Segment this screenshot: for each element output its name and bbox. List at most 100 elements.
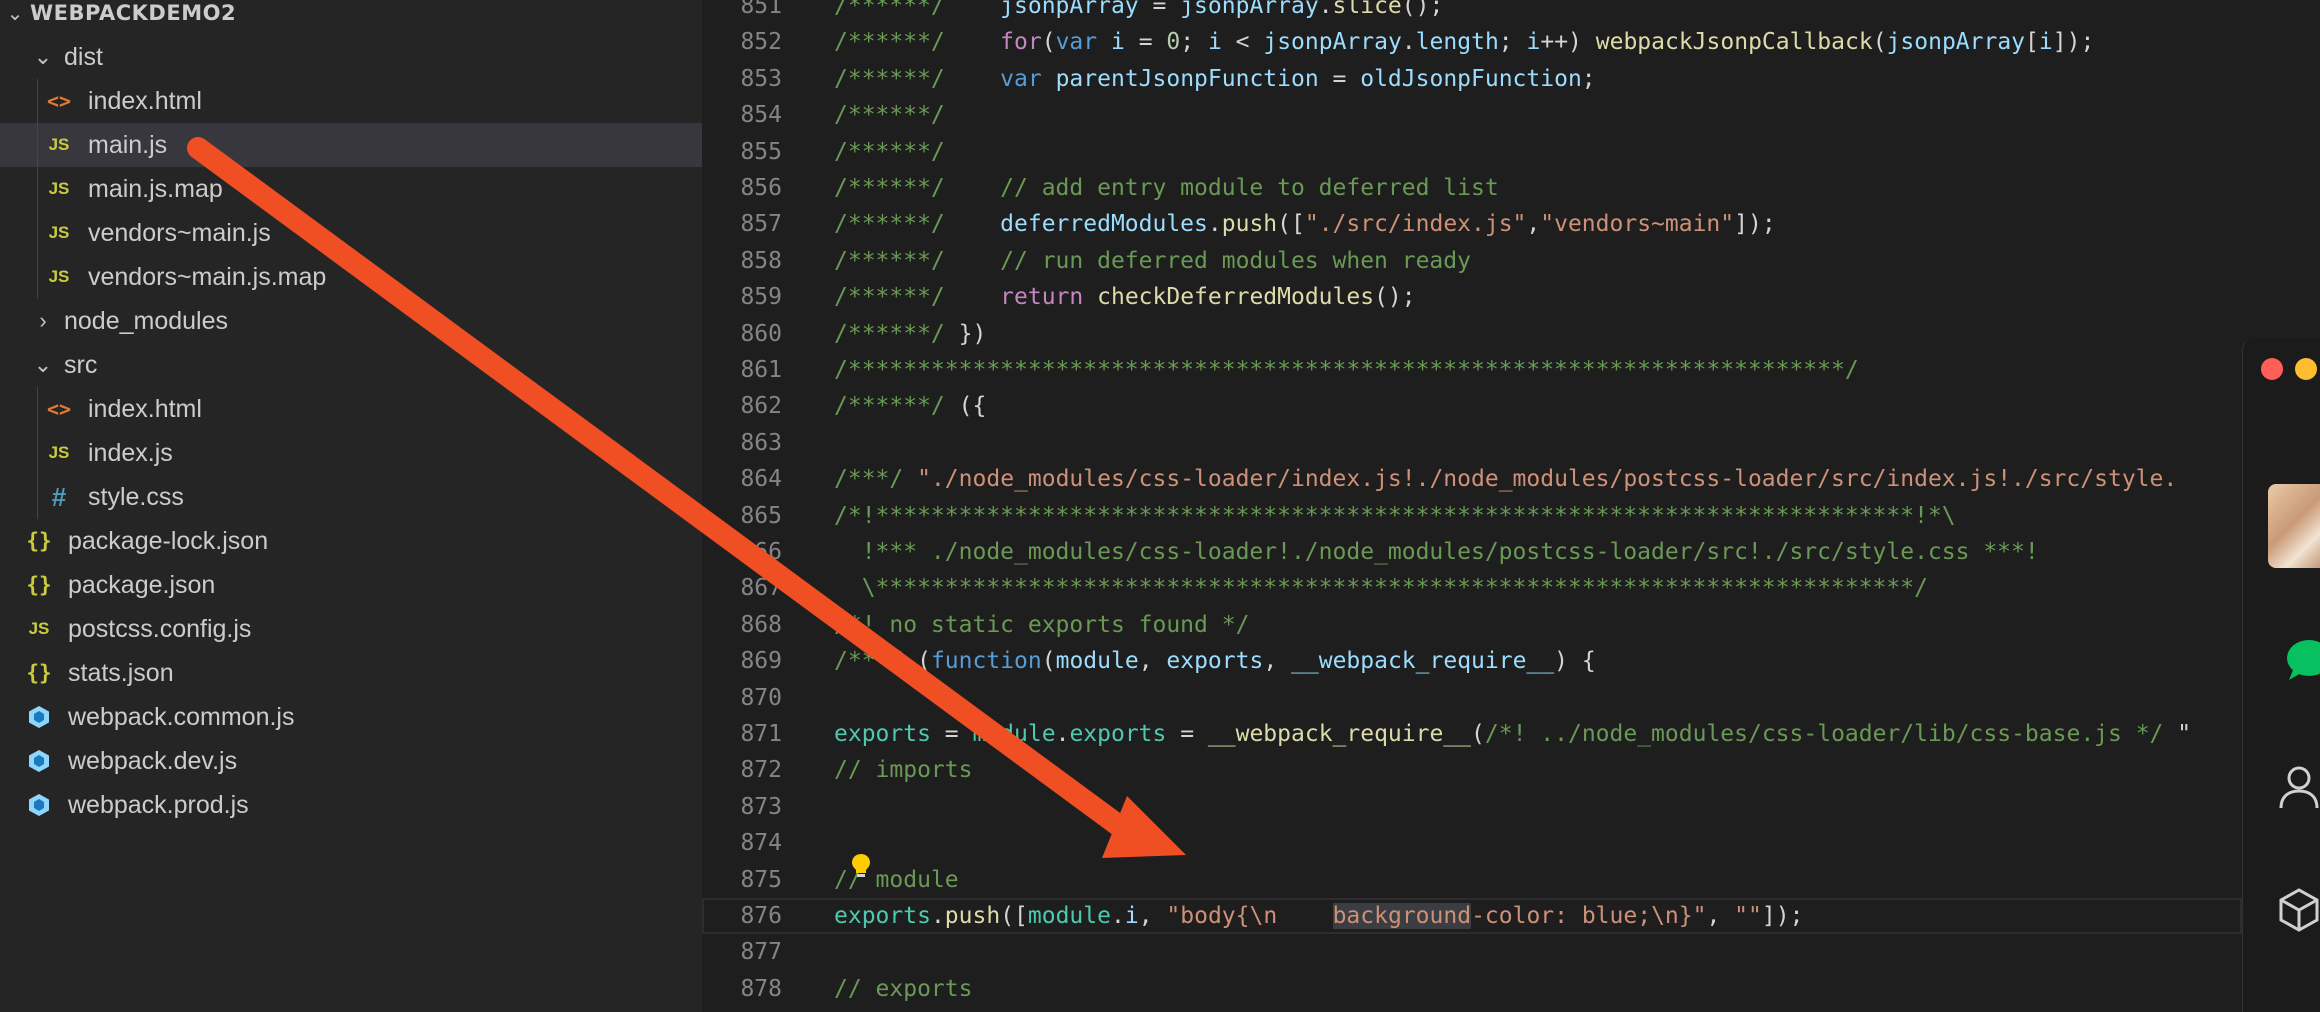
code-line[interactable]: 872 // imports [702,752,2242,788]
indent-guide [37,211,38,255]
code-line[interactable]: 868 /*! no static exports found */ [702,607,2242,643]
tree-item-label: dist [64,42,103,71]
tree-item[interactable]: › node_modules [0,299,702,343]
code-token: /******/ [834,211,945,238]
code-token: [ [2025,29,2039,56]
code-token: /******/ [834,138,945,165]
code-token: webpackJsonpCallback [1595,29,1873,56]
code-token: // add entry module to deferred list [1000,175,1499,201]
webpack-file-icon [22,702,56,732]
tree-item[interactable]: JS postcss.config.js [0,607,702,651]
tree-item[interactable]: # style.css [0,475,702,519]
code-token: exports [834,721,931,747]
code-line[interactable]: 856 /******/ // add entry module to defer… [702,170,2242,206]
code-line[interactable]: 853 /******/ var parentJsonpFunction = ol… [702,61,2242,97]
line-number: 852 [740,29,782,56]
code-line[interactable]: 871 exports = module.exports = __webpack_… [702,716,2242,752]
code-token: -color: blue;\n}" [1471,903,1707,929]
code-token: " [2163,721,2192,747]
code-line[interactable]: 862 /******/ ({ [702,388,2242,424]
code-token: = [930,721,973,747]
tree-item-label: webpack.prod.js [68,790,249,819]
code-token: __webpack_require__ [1291,648,1555,675]
code-line[interactable]: 874 [702,825,2242,861]
code-editor[interactable]: 851/******/ jsonpArray = jsonpArray.slic… [702,0,2242,1012]
lightbulb-icon[interactable] [850,852,872,880]
code-line[interactable]: 855 /******/ [702,134,2242,170]
code-token: = [1318,65,1361,92]
cube-icon[interactable] [2277,886,2320,934]
code-line[interactable]: 869/***/ (function(module, exports, __we… [702,643,2242,679]
chevron-down-icon: ⌄ [33,352,53,377]
code-line[interactable]: 879 [702,1007,2242,1012]
code-token: /******/ [834,0,945,19]
line-number: 863 [740,429,782,456]
tree-item[interactable]: {} stats.json [0,651,702,695]
tree-item[interactable]: JS main.js.map [0,167,702,211]
tree-item[interactable]: webpack.common.js [0,695,702,739]
code-line[interactable]: 863 [702,425,2242,461]
code-line[interactable]: 852/******/ for(var i = 0; i < jsonpArra… [702,24,2242,60]
code-token: /******/ [834,102,945,129]
code-line[interactable]: 870 [702,680,2242,716]
code-line[interactable]: 864 /***/ "./node_modules/css-loader/inde… [702,461,2242,497]
tree-item[interactable]: JS index.js [0,431,702,475]
code-token: , [1706,903,1735,929]
code-token: /******/ [834,393,945,420]
code-line[interactable]: 859 /******/ return checkDeferredModules(… [702,279,2242,315]
code-token: /******/ [834,320,945,347]
code-token: i [1526,29,1541,56]
line-number: 876 [740,903,782,929]
code-line[interactable]: 866 !*** ./node_modules/css-loader!./nod… [702,534,2242,570]
tree-item[interactable]: <> index.html [0,387,702,431]
code-line[interactable]: 875// module [702,862,2242,898]
tree-item[interactable]: webpack.prod.js [0,783,702,827]
tree-item[interactable]: ⌄ src [0,343,702,387]
line-number: 874 [740,830,782,857]
code-line[interactable]: 861 /************************************… [702,352,2242,388]
chevron-down-icon: ⌄ [6,1,24,25]
tree-item[interactable]: JS vendors~main.js.map [0,255,702,299]
code-token: oldJsonpFunction [1360,65,1582,92]
tree-item[interactable]: <> index.html [0,79,702,123]
tree-item[interactable]: {} package-lock.json [0,519,702,563]
tree-item[interactable]: JS vendors~main.js [0,211,702,255]
line-number: 860 [740,320,782,347]
code-line[interactable]: 865 /*!**********************************… [702,498,2242,534]
code-line[interactable]: 854 /******/ [702,97,2242,133]
code-line[interactable]: 877 [702,934,2242,970]
window-close-icon[interactable] [2261,358,2283,380]
line-number: 879 [702,1007,782,1012]
code-token: /*! no static exports found */ [834,611,1250,638]
code-line[interactable]: 867 \***********************************… [702,570,2242,606]
line-number: 853 [740,65,782,92]
code-line[interactable]: 860 /******/ }) [702,316,2242,352]
tree-item[interactable]: {} package.json [0,563,702,607]
tree-item[interactable]: webpack.dev.js [0,739,702,783]
contacts-icon[interactable] [2277,764,2320,812]
window-minimize-icon[interactable] [2295,358,2317,380]
line-number: 865 [740,502,782,529]
avatar[interactable] [2268,484,2320,568]
code-line[interactable]: 851 /******/ jsonpArray = jsonpArray.slic… [702,0,2242,24]
code-text: !*** ./node_modules/css-loader!./node_mo… [834,534,2039,570]
code-line[interactable]: 858 /******/ // run deferred modules when… [702,243,2242,279]
code-token: < [1221,29,1264,56]
code-token: length [1415,29,1499,56]
html-file-icon: <> [46,397,72,421]
code-token: ]); [1734,211,1776,238]
code-line[interactable]: 878 // exports [702,971,2242,1007]
code-token: push [944,903,1001,929]
code-token: for [1000,29,1042,56]
code-line[interactable]: 857 /******/ deferredModules.push(["./src… [702,206,2242,242]
code-token: . [1055,721,1070,747]
line-number: 858 [740,247,782,274]
chat-icon[interactable] [2283,638,2320,686]
explorer-folder-header[interactable]: ⌄ WEBPACKDEMO2 [0,0,702,26]
tree-item[interactable]: JS main.js [0,123,702,167]
code-token: i [1110,29,1125,56]
tree-item[interactable]: ⌄ dist [0,35,702,79]
code-line[interactable]: 873 [702,789,2242,825]
code-line[interactable]: 876 exports.push([module.i, "body{\n back… [702,898,2242,934]
